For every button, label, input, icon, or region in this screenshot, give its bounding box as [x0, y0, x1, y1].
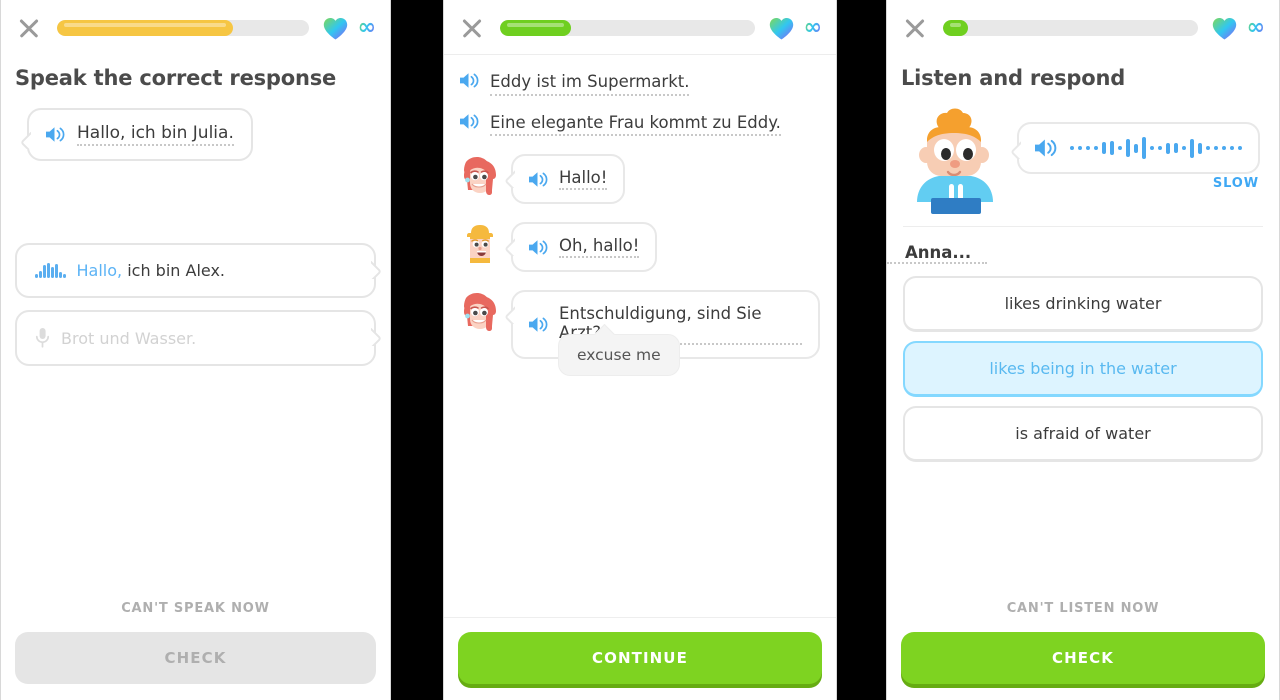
narration-line[interactable]: Eine elegante Frau kommt zu Eddy.: [444, 96, 836, 137]
page-title: Listen and respond: [901, 66, 1126, 90]
speaker-icon[interactable]: [460, 113, 479, 130]
avatar-julia: [458, 290, 502, 334]
bubble-tail: [1009, 141, 1021, 159]
chat-bubble[interactable]: Oh, hallo!: [511, 222, 658, 273]
audio-waveform-icon: [1070, 137, 1242, 159]
mic-placeholder-text: Brot und Wasser.: [61, 328, 197, 348]
chat-row: Oh, hallo!: [444, 204, 836, 273]
page-title: Speak the correct response: [15, 66, 337, 90]
lesson-body: Speak the correct response Hallo, ich bi…: [1, 54, 390, 589]
skip-listen-link[interactable]: CAN'T LISTEN NOW: [901, 589, 1265, 632]
narration-line[interactable]: Eddy ist im Supermarkt.: [444, 55, 836, 96]
choice-option[interactable]: is afraid of water: [903, 406, 1263, 462]
prompt-text: Hallo, ich bin Julia.: [77, 123, 234, 146]
slow-playback-button[interactable]: SLOW: [1213, 176, 1259, 191]
avatar-eddy: [458, 222, 502, 266]
close-icon[interactable]: [15, 14, 43, 42]
speaker-icon[interactable]: [529, 316, 548, 333]
word-translation-tooltip: excuse me: [558, 334, 680, 377]
speaker-icon[interactable]: [460, 72, 479, 89]
narration-text: Eddy ist im Supermarkt.: [490, 72, 690, 96]
screenshot-stage: ∞ Speak the correct response Hallo, ich …: [0, 0, 1280, 700]
answer-highlight: Hallo,: [76, 261, 123, 280]
bubble-tail: [503, 306, 515, 324]
chat-bubble[interactable]: Hallo!: [511, 154, 626, 205]
chat-row: Entschuldigung, sind Sie Arzt? excuse me: [444, 272, 836, 377]
lesson-panel-story: ∞ Eddy ist im Supermarkt. Eine elegante …: [443, 0, 837, 700]
audio-bubble[interactable]: [1017, 122, 1260, 174]
bubble-tail: [371, 328, 384, 346]
choice-option[interactable]: likes drinking water: [903, 276, 1263, 332]
listen-footer: CAN'T LISTEN NOW CHECK: [887, 589, 1279, 700]
spoken-answer-text: Hallo, ich bin Alex.: [77, 261, 226, 280]
lesson-footer: CAN'T SPEAK NOW CHECK: [1, 589, 390, 700]
bubble-tail: [503, 238, 515, 256]
spoken-answer-bubble[interactable]: Hallo, ich bin Alex.: [15, 243, 376, 298]
character-audio-row: SLOW: [887, 90, 1279, 214]
lesson-panel-listen: ∞ Listen and respond SLOW Anna... likes …: [886, 0, 1280, 700]
lesson-progress-bar[interactable]: [943, 20, 1198, 36]
story-body: Eddy ist im Supermarkt. Eine elegante Fr…: [444, 55, 836, 617]
progress-fill: [500, 20, 572, 36]
skip-speak-link[interactable]: CAN'T SPEAK NOW: [15, 589, 376, 632]
bubble-tail: [503, 170, 515, 188]
infinity-icon[interactable]: ∞: [804, 17, 822, 39]
check-button[interactable]: CHECK: [15, 632, 376, 684]
mic-input-bubble[interactable]: Brot und Wasser.: [15, 310, 376, 366]
story-footer: CONTINUE: [444, 617, 836, 700]
speaker-icon[interactable]: [1035, 138, 1057, 158]
bubble-tail: [18, 132, 31, 149]
choice-list: likes drinking water likes being in the …: [887, 264, 1279, 462]
check-button[interactable]: CHECK: [901, 632, 1265, 684]
continue-button[interactable]: CONTINUE: [458, 632, 822, 684]
heart-icon[interactable]: [323, 17, 348, 40]
choice-option-selected[interactable]: likes being in the water: [903, 341, 1263, 397]
speaker-icon[interactable]: [529, 171, 548, 188]
speaker-icon[interactable]: [529, 239, 548, 256]
narration-text: Eine elegante Frau kommt zu Eddy.: [490, 113, 781, 137]
lesson-header: ∞: [1, 0, 390, 54]
lesson-header: ∞: [887, 0, 1279, 54]
prompt-bubble[interactable]: Hallo, ich bin Julia.: [27, 108, 253, 161]
chat-text: Oh, hallo!: [559, 236, 640, 259]
audio-waveform-icon: [35, 263, 66, 278]
bubble-tail: [371, 261, 384, 279]
lesson-header: ∞: [444, 0, 836, 55]
chat-row: Hallo!: [444, 136, 836, 205]
duo-character-boy: [901, 106, 1009, 214]
infinity-icon[interactable]: ∞: [1247, 17, 1265, 39]
question-stem: Anna...: [887, 227, 988, 264]
infinity-icon[interactable]: ∞: [358, 17, 376, 39]
lesson-progress-bar[interactable]: [500, 20, 755, 36]
close-icon[interactable]: [458, 14, 486, 42]
progress-fill: [943, 20, 969, 36]
chat-text: Hallo!: [559, 168, 608, 191]
speaker-icon[interactable]: [46, 126, 65, 143]
listen-body: Listen and respond SLOW Anna... likes dr…: [887, 54, 1279, 589]
avatar-julia: [458, 154, 502, 198]
close-icon[interactable]: [901, 14, 929, 42]
answer-rest: ich bin Alex.: [122, 261, 225, 280]
heart-icon[interactable]: [1212, 17, 1237, 40]
heart-icon[interactable]: [769, 17, 794, 40]
progress-fill: [57, 20, 234, 36]
answer-area: Hallo, ich bin Alex. Brot und Wasser.: [1, 243, 390, 366]
microphone-icon[interactable]: [35, 327, 50, 349]
lesson-progress-bar[interactable]: [57, 20, 309, 36]
lesson-panel-speak: ∞ Speak the correct response Hallo, ich …: [0, 0, 391, 700]
